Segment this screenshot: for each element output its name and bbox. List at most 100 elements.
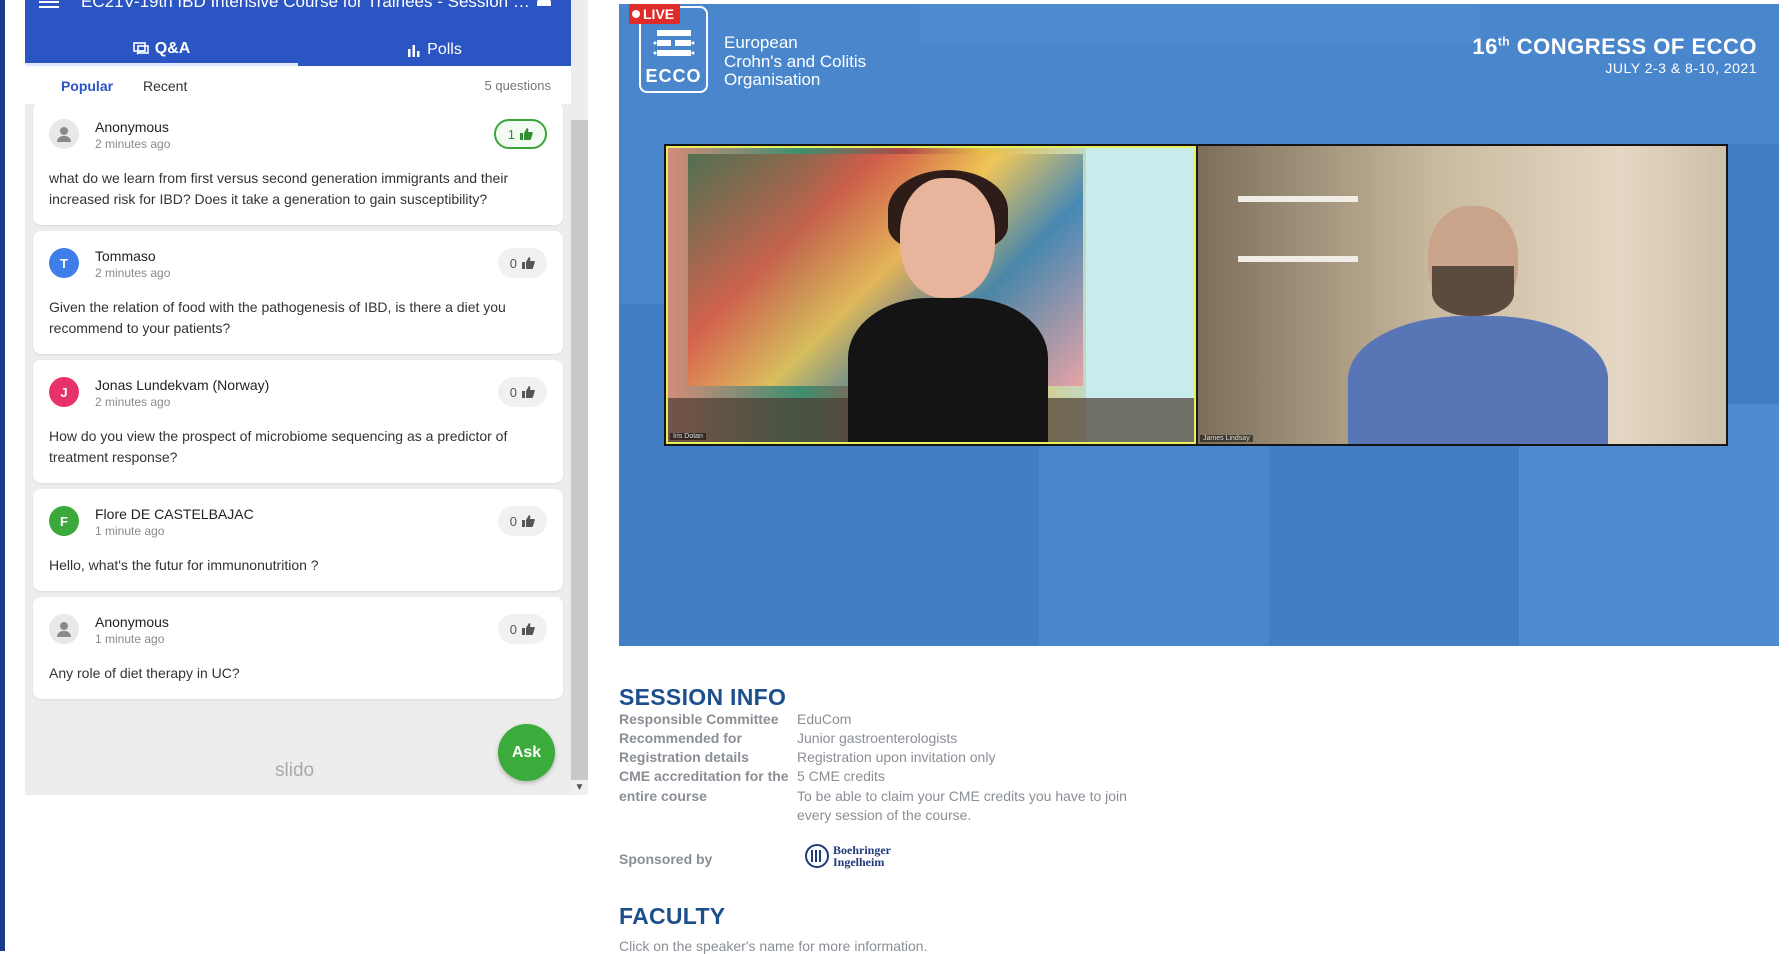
slido-panel: EC21V-19th IBD Intensive Course for Trai…: [25, 0, 588, 795]
question-text: Any role of diet therapy in UC?: [49, 665, 240, 681]
like-button[interactable]: 0: [497, 614, 547, 644]
slido-logo: slido: [275, 760, 315, 781]
session-info-value: Junior gastroenterologists: [797, 730, 958, 746]
speaker-tile-2[interactable]: James Lindsay: [1198, 146, 1726, 444]
question-text: Given the relation of food with the path…: [49, 299, 506, 336]
tab-polls[interactable]: Polls: [298, 34, 571, 66]
session-info-label: Registration details: [619, 749, 749, 765]
question-text: How do you view the prospect of microbio…: [49, 428, 508, 465]
speaker-1-name: Iris Dotan: [670, 433, 706, 440]
question-author: Tommaso: [95, 248, 156, 264]
avatar: T: [49, 248, 79, 278]
question-author: Flore DE CASTELBAJAC: [95, 506, 254, 522]
anonymous-avatar-icon: [49, 119, 79, 149]
beard: [1432, 266, 1514, 316]
speaker-1-figure: [848, 170, 1048, 442]
tab-qa[interactable]: Q&A: [25, 34, 298, 66]
like-count: 0: [509, 384, 517, 400]
congress-dates: JULY 2-3 & 8-10, 2021: [1605, 60, 1757, 76]
congress-rest: CONGRESS OF ECCO: [1510, 34, 1757, 59]
question-text: what do we learn from first versus secon…: [49, 170, 509, 207]
sort-tabs: Popular Recent 5 questions: [25, 66, 571, 104]
thumbs-up-icon: [522, 515, 535, 527]
like-button[interactable]: 0: [497, 506, 547, 536]
left-edge-bar: [0, 0, 5, 951]
like-button[interactable]: 1: [493, 119, 547, 149]
tab-qa-label: Q&A: [154, 39, 191, 57]
congress-suffix: th: [1497, 34, 1511, 49]
like-count: 1: [507, 126, 515, 142]
speaker-grid: Iris Dotan James Lindsay: [664, 144, 1728, 446]
org-line-2: Crohn's and Colitis: [724, 51, 867, 71]
speaker-tile-1[interactable]: Iris Dotan: [666, 146, 1196, 444]
question-author: Anonymous: [95, 119, 169, 135]
body: [848, 298, 1048, 442]
question-card[interactable]: J Jonas Lundekvam (Norway) 2 minutes ago 0 H…: [33, 360, 563, 483]
congress-number: 16: [1472, 34, 1498, 59]
like-count: 0: [509, 621, 517, 637]
live-dot-icon: [632, 10, 640, 18]
live-badge: LIVE: [629, 4, 681, 24]
session-info-value: Registration upon invitation only: [797, 749, 996, 765]
question-text: Hello, what's the futur for immunonutrit…: [49, 557, 319, 573]
question-author: Anonymous: [95, 614, 169, 630]
chat-icon: [132, 41, 149, 55]
thumbs-up-icon: [522, 623, 535, 635]
tab-recent[interactable]: Recent: [143, 72, 187, 104]
scroll-down-arrow[interactable]: ▼: [571, 780, 588, 795]
scrollbar[interactable]: [571, 120, 588, 780]
organisation-name: European Crohn's and Colitis Organisatio…: [724, 33, 924, 90]
question-time: 2 minutes ago: [95, 395, 171, 409]
speaker-2-name: James Lindsay: [1200, 435, 1253, 442]
body: [1348, 316, 1608, 444]
question-count: 5 questions: [484, 78, 552, 93]
question-card[interactable]: Anonymous 2 minutes ago 1 what do we learn …: [33, 102, 563, 225]
faculty-note: Click on the speaker's name for more inf…: [619, 938, 928, 954]
session-info-value: EduCom: [797, 711, 852, 727]
tab-popular[interactable]: Popular: [47, 72, 127, 104]
like-button[interactable]: 0: [497, 377, 547, 407]
live-label: LIVE: [643, 6, 675, 22]
like-button[interactable]: 0: [497, 248, 547, 278]
session-info-label: Responsible Committee: [619, 711, 779, 727]
faculty-title: FACULTY: [619, 903, 726, 929]
avatar: J: [49, 377, 79, 407]
head: [900, 178, 995, 298]
session-info-value: 5 CME credits To be able to claim your C…: [797, 768, 1127, 823]
shelf: [1238, 256, 1358, 262]
session-info-title: SESSION INFO: [619, 684, 787, 710]
ask-button[interactable]: Ask: [498, 724, 555, 781]
congress-title: 16th CONGRESS OF ECCO: [1472, 34, 1757, 60]
question-card[interactable]: F Flore DE CASTELBAJAC 1 minute ago 0 Hello,…: [33, 489, 563, 591]
sponsor-logo[interactable]: Boehringer Ingelheim: [805, 844, 891, 868]
shelf: [1238, 196, 1358, 202]
like-count: 0: [509, 513, 517, 529]
org-line-3: Organisation: [724, 70, 821, 89]
thumbs-up-icon: [522, 257, 535, 269]
bar-chart-icon: [408, 45, 420, 57]
profile-icon[interactable]: [537, 0, 551, 6]
boehringer-logo-icon: [805, 844, 829, 868]
question-time: 2 minutes ago: [95, 137, 171, 151]
slido-header: EC21V-19th IBD Intensive Course for Trai…: [25, 0, 571, 66]
question-card[interactable]: T Tommaso 2 minutes ago 0 Given the relation…: [33, 231, 563, 354]
sponsor-label: Sponsored by: [619, 851, 713, 867]
menu-icon[interactable]: [39, 0, 59, 8]
avatar: F: [49, 506, 79, 536]
sponsor-name: Boehringer Ingelheim: [833, 844, 891, 868]
anonymous-avatar-icon: [49, 614, 79, 644]
like-count: 0: [509, 255, 517, 271]
question-time: 1 minute ago: [95, 632, 165, 646]
question-time: 1 minute ago: [95, 524, 165, 538]
video-stream[interactable]: ECCO LIVE European Crohn's and Colitis O…: [619, 4, 1779, 646]
ecco-emblem-icon: [653, 30, 695, 56]
thumbs-up-icon: [520, 128, 533, 140]
speaker-2-figure: [1348, 206, 1608, 444]
question-card[interactable]: Anonymous 1 minute ago 0 Any role of diet t…: [33, 597, 563, 699]
question-time: 2 minutes ago: [95, 266, 171, 280]
tab-polls-label: Polls: [427, 41, 462, 58]
question-author: Jonas Lundekvam (Norway): [95, 377, 270, 393]
event-title: EC21V-19th IBD Intensive Course for Trai…: [81, 0, 531, 11]
session-info-label: CME accreditation for the entire course: [619, 768, 789, 804]
session-info-label: Recommended for: [619, 730, 742, 746]
